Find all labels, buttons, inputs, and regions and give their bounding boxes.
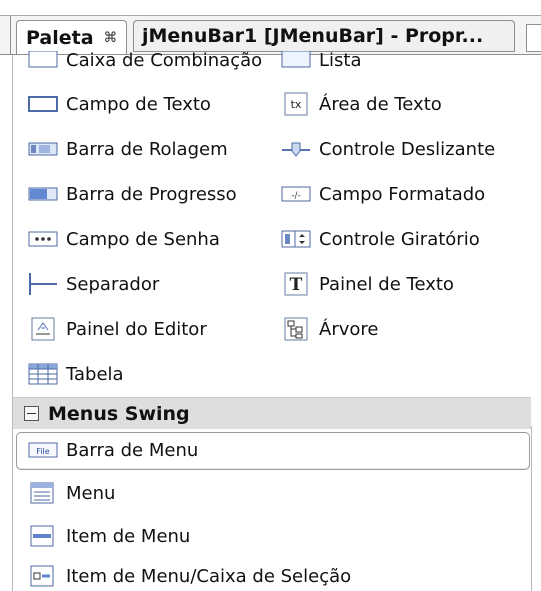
palette-item-table[interactable]: Tabela xyxy=(26,356,124,392)
palette-item-editor-pane[interactable]: Painel do Editor xyxy=(26,311,207,347)
palette-item-label: Lista xyxy=(319,49,362,71)
tab-properties-label: jMenuBar1 [JMenuBar] - Propr... xyxy=(142,25,484,47)
menu-item-icon xyxy=(26,524,60,548)
palette-item-label: Controle Deslizante xyxy=(319,138,496,160)
palette-item-menu-bar[interactable]: File Barra de Menu xyxy=(26,432,198,468)
palette-item-label: Campo de Senha xyxy=(66,228,220,250)
svg-text:tx: tx xyxy=(291,98,302,111)
tab-properties[interactable]: jMenuBar1 [JMenuBar] - Propr... xyxy=(133,20,515,52)
palette-item-progress-bar[interactable]: Barra de Progresso xyxy=(26,176,237,212)
tab-close-icon[interactable]: ⌘ xyxy=(104,30,118,46)
separator-icon xyxy=(26,272,60,296)
palette-item-label: Painel de Texto xyxy=(319,273,454,295)
palette-border xyxy=(12,55,13,591)
tab-palette-label: Paleta xyxy=(26,26,94,49)
palette-item-text-pane[interactable]: T Painel de Texto xyxy=(279,266,454,302)
palette-item-tree[interactable]: Árvore xyxy=(279,311,378,347)
palette-item-text-area[interactable]: tx Área de Texto xyxy=(279,86,442,122)
text-pane-icon: T xyxy=(279,272,313,296)
palette-item-label: Área de Texto xyxy=(319,93,442,115)
palette-item-spinner[interactable]: Controle Giratório xyxy=(279,221,480,257)
palette-item-text-field[interactable]: Campo de Texto xyxy=(26,86,211,122)
palette-item-password-field[interactable]: Campo de Senha xyxy=(26,221,220,257)
palette-item-menu-item[interactable]: Item de Menu xyxy=(26,518,190,554)
palette-item-label: Árvore xyxy=(319,318,379,340)
palette-item-label: Controle Giratório xyxy=(319,228,480,250)
scroll-bar-icon xyxy=(26,137,60,161)
editor-pane-icon xyxy=(26,317,60,341)
palette-item-cut-left[interactable]: Caixa de Combinação xyxy=(26,49,262,71)
text-area-icon: tx xyxy=(279,92,313,116)
palette-item-label: Painel do Editor xyxy=(66,318,207,340)
palette-item-label: Barra de Rolagem xyxy=(66,138,228,160)
svg-text:T: T xyxy=(290,275,303,295)
spinner-icon xyxy=(279,227,313,251)
window-top xyxy=(0,0,541,16)
palette-item-scroll-bar[interactable]: Barra de Rolagem xyxy=(26,131,228,167)
section-menus-swing[interactable]: Menus Swing xyxy=(13,397,531,429)
palette-item-formatted-field[interactable]: -/- Campo Formatado xyxy=(279,176,485,212)
svg-text:-/-: -/- xyxy=(291,191,301,201)
password-field-icon xyxy=(26,227,60,251)
slider-icon xyxy=(279,137,313,161)
combo-box-icon xyxy=(26,49,60,71)
progress-bar-icon xyxy=(26,182,60,206)
tab-overflow-edge[interactable] xyxy=(526,24,541,52)
left-edge xyxy=(0,16,11,54)
palette-item-label: Caixa de Combinação xyxy=(66,49,263,71)
section-title: Menus Swing xyxy=(48,402,190,425)
checkbox-menu-item-icon xyxy=(26,564,60,588)
text-field-icon xyxy=(26,92,60,116)
palette-item-label: Item de Menu xyxy=(66,525,191,547)
palette-item-label: Barra de Menu xyxy=(66,439,199,461)
palette-item-slider[interactable]: Controle Deslizante xyxy=(279,131,495,167)
palette-item-label: Tabela xyxy=(66,363,124,385)
palette-item-menu[interactable]: Menu xyxy=(26,475,115,511)
palette-item-label: Barra de Progresso xyxy=(66,183,237,205)
palette-item-label: Item de Menu/Caixa de Seleção xyxy=(66,565,352,587)
palette-item-checkbox-menu-item[interactable]: Item de Menu/Caixa de Seleção xyxy=(26,561,351,591)
palette-item-cut-right[interactable]: Lista xyxy=(279,49,362,71)
palette-item-label: Menu xyxy=(66,482,116,504)
table-icon xyxy=(26,362,60,386)
svg-text:File: File xyxy=(36,447,49,456)
palette-item-separator[interactable]: Separador xyxy=(26,266,159,302)
tree-icon xyxy=(279,317,313,341)
menu-bar-icon: File xyxy=(26,438,60,462)
palette-item-label: Campo Formatado xyxy=(319,183,486,205)
list-icon xyxy=(279,49,313,71)
menu-icon xyxy=(26,481,60,505)
formatted-field-icon: -/- xyxy=(279,182,313,206)
palette-item-label: Campo de Texto xyxy=(66,93,211,115)
panel-right-border xyxy=(531,426,532,591)
palette-item-label: Separador xyxy=(66,273,160,295)
collapse-icon[interactable] xyxy=(24,406,39,421)
